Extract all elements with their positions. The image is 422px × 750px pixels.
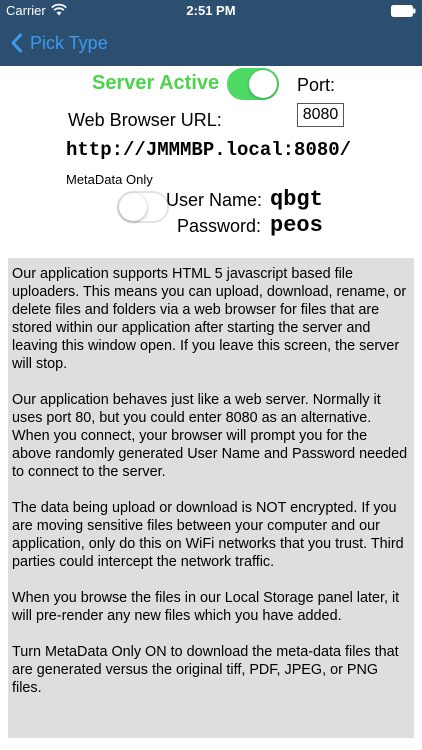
password-label: Password: <box>177 216 262 236</box>
metadata-only-toggle[interactable] <box>117 191 169 223</box>
info-text-panel[interactable]: Our application supports HTML 5 javascri… <box>8 258 414 738</box>
web-browser-url-label: Web Browser URL: <box>68 110 222 130</box>
web-browser-url-value: http://JMMMBP.local:8080/ <box>66 139 352 161</box>
info-paragraph: Our application behaves just like a web … <box>12 392 408 480</box>
username-label: User Name: <box>166 190 263 210</box>
chevron-left-icon <box>11 33 22 53</box>
info-paragraph: Our application supports HTML 5 javascri… <box>12 266 407 372</box>
battery-icon <box>391 5 416 17</box>
server-active-label: Server Active <box>92 72 220 94</box>
navigation-bar: Carrier 2:51 PM Pick Type <box>0 0 422 66</box>
info-paragraph: Turn MetaData Only ON to download the me… <box>12 644 399 696</box>
toggle-knob <box>249 70 277 98</box>
metadata-only-label: MetaData Only <box>66 172 153 187</box>
toggle-knob <box>119 193 147 221</box>
port-label: Port: <box>297 75 336 95</box>
back-button-label: Pick Type <box>30 32 108 53</box>
info-paragraph: When you browse the files in our Local S… <box>12 590 400 624</box>
port-input[interactable] <box>297 103 344 127</box>
password-value: peos <box>270 213 323 238</box>
server-active-toggle[interactable] <box>227 68 279 100</box>
back-button[interactable]: Pick Type <box>10 28 108 58</box>
status-time: 2:51 PM <box>186 3 236 18</box>
status-bar: Carrier 2:51 PM <box>0 0 422 22</box>
username-value: qbgt <box>270 187 323 212</box>
info-paragraph: The data being upload or download is NOT… <box>12 500 404 570</box>
